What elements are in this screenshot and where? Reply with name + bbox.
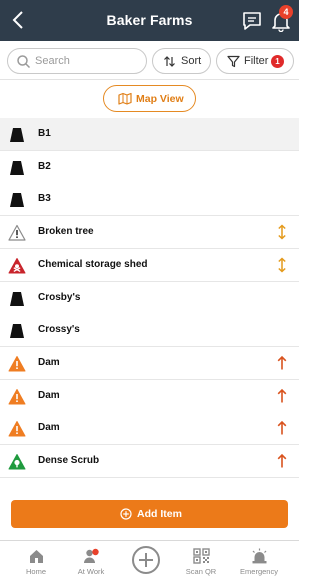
add-item-area: Add Item <box>0 489 299 540</box>
nav-scan-qr-label: Scan QR <box>185 567 217 576</box>
list-item-name: Chemical storage shed <box>38 258 148 270</box>
filter-icon <box>227 55 240 68</box>
list-item[interactable]: Crossy's <box>0 314 299 348</box>
map-view-label: Map View <box>136 93 184 105</box>
warning-orange-icon <box>8 421 26 437</box>
list-item-name: Crosby's <box>38 291 81 303</box>
search-icon <box>17 55 31 69</box>
plus-circle-icon <box>120 508 132 520</box>
list-item-name: Dam <box>38 389 60 401</box>
list-item[interactable]: Dam <box>0 346 299 380</box>
black-trapezoid-icon <box>10 291 24 306</box>
arrow-up-icon[interactable] <box>275 355 289 371</box>
list-item-name: B1 <box>38 128 51 139</box>
arrow-up-icon[interactable] <box>275 453 289 469</box>
list-item-name: Dam <box>38 422 60 434</box>
list-item[interactable]: Dam <box>0 379 299 413</box>
nav-emergency[interactable]: Emergency <box>234 541 284 580</box>
plus-icon <box>139 553 153 567</box>
bottom-nav: Home At Work Scan QR Emergency <box>0 540 299 580</box>
list-item[interactable]: Dam <box>0 412 299 446</box>
black-trapezoid-icon <box>10 324 24 339</box>
warning-orange-icon <box>8 388 26 405</box>
sort-button[interactable]: Sort <box>152 48 211 74</box>
add-item-label: Add Item <box>137 508 182 520</box>
black-trapezoid-icon <box>10 193 24 208</box>
tree-green-icon <box>8 454 26 470</box>
map-view-button[interactable]: Map View <box>103 85 196 112</box>
arrow-up-icon[interactable] <box>275 420 289 436</box>
sort-label: Sort <box>181 55 202 67</box>
filter-count-badge: 1 <box>271 55 284 68</box>
list-item[interactable]: Broken tree <box>0 216 299 250</box>
list-item[interactable]: Dense Scrub <box>0 445 299 478</box>
black-trapezoid-icon <box>10 128 24 142</box>
arrow-up-down-icon[interactable] <box>275 224 289 240</box>
toolbar: Search Sort Filter 1 <box>0 41 299 80</box>
list-item-name: Crossy's <box>38 324 80 336</box>
add-center-button[interactable] <box>132 546 160 574</box>
list-item[interactable]: Chemical storage shed <box>0 248 299 282</box>
qr-code-icon <box>193 548 210 564</box>
warning-outline-icon <box>8 224 26 241</box>
map-view-row: Map View <box>0 80 299 118</box>
list-item-name: Broken tree <box>38 226 94 238</box>
person-icon <box>84 548 99 563</box>
sort-icon <box>164 56 175 67</box>
app-screen: Baker Farms 4 Search Sort Filter 1 Map V… <box>0 0 299 580</box>
arrow-up-icon[interactable] <box>275 388 289 404</box>
list-item-partial <box>0 477 299 489</box>
nav-home[interactable]: Home <box>11 541 61 580</box>
warning-orange-icon <box>8 355 26 372</box>
search-placeholder: Search <box>35 55 70 67</box>
add-item-button[interactable]: Add Item <box>11 500 288 528</box>
item-list: B1 B2 B3 Broken tree Chemical storage shed Cr… <box>0 118 299 489</box>
home-icon <box>30 550 43 563</box>
list-item[interactable]: B3 <box>0 183 299 217</box>
filter-button[interactable]: Filter 1 <box>216 48 294 74</box>
list-item-name: B3 <box>38 193 51 205</box>
black-trapezoid-icon <box>10 160 24 175</box>
nav-at-work-label: At Work <box>77 567 105 576</box>
nav-emergency-label: Emergency <box>240 567 278 576</box>
list-item[interactable]: Crosby's <box>0 281 299 315</box>
nav-home-label: Home <box>25 567 46 576</box>
search-input[interactable]: Search <box>7 48 147 74</box>
map-icon <box>118 92 132 105</box>
notification-badge: 4 <box>279 5 293 19</box>
chat-icon[interactable] <box>241 10 263 32</box>
arrow-up-down-icon[interactable] <box>275 257 289 273</box>
nav-scan-qr[interactable]: Scan QR <box>176 541 226 580</box>
top-bar: Baker Farms 4 <box>0 0 299 41</box>
hazard-red-icon <box>8 257 26 274</box>
list-item[interactable]: B1 <box>0 118 299 151</box>
siren-icon <box>252 548 267 564</box>
list-item-name: Dense Scrub <box>38 455 100 466</box>
list-item[interactable]: B2 <box>0 150 299 184</box>
list-item-name: Dam <box>38 356 60 368</box>
nav-at-work[interactable]: At Work <box>66 541 116 580</box>
list-item-name: B2 <box>38 160 51 172</box>
filter-label: Filter <box>244 55 269 67</box>
